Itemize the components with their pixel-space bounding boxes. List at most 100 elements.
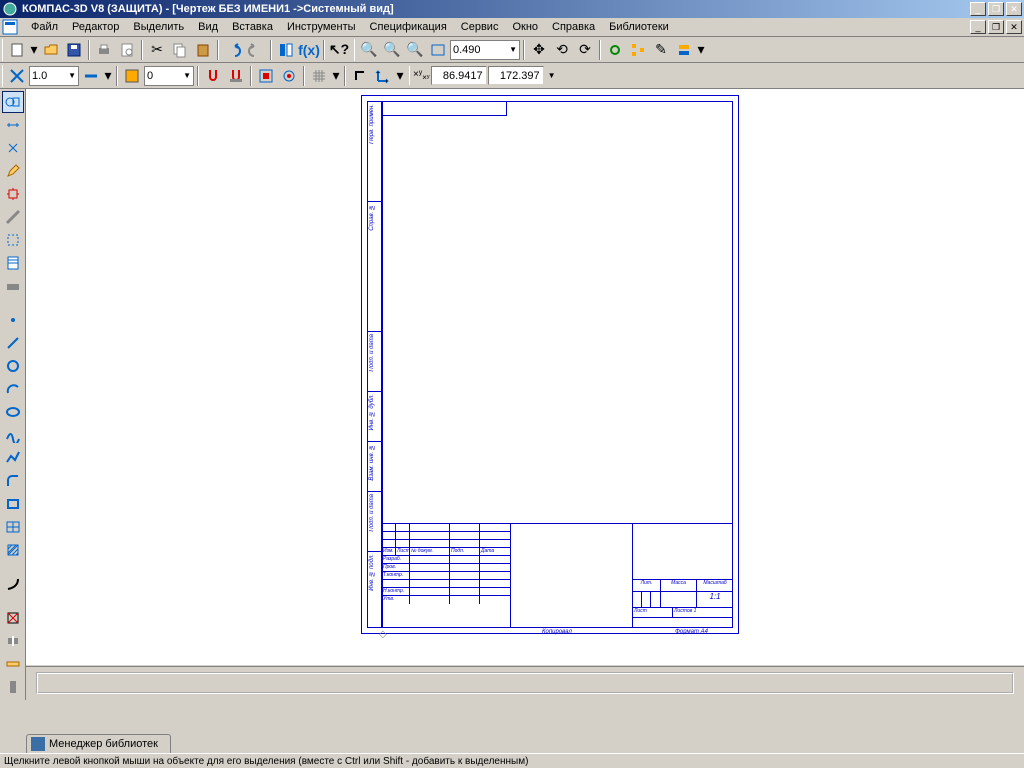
drawing-canvas[interactable]: Перв. примен. Справ. № Подп. и дата Инв.… bbox=[26, 89, 1024, 665]
bolt-tool[interactable] bbox=[2, 676, 24, 698]
window-title: КОМПАС-3D V8 (ЗАЩИТА) - [Чертеж БЕЗ ИМЕН… bbox=[22, 3, 970, 15]
geometry-panel-button[interactable] bbox=[2, 91, 24, 113]
left-tool-panel bbox=[0, 89, 26, 700]
menu-insert[interactable]: Вставка bbox=[225, 19, 280, 35]
scale-dropdown[interactable]: 1.0▼ bbox=[29, 66, 79, 86]
grid-snap-button[interactable] bbox=[225, 65, 247, 87]
aux-button[interactable] bbox=[6, 65, 28, 87]
mdi-minimize-button[interactable]: _ bbox=[970, 20, 986, 34]
maximize-button[interactable]: ❐ bbox=[988, 2, 1004, 16]
hatch-tool[interactable] bbox=[2, 539, 24, 561]
paste-button[interactable] bbox=[192, 39, 214, 61]
linestyle-button[interactable] bbox=[80, 65, 102, 87]
grid-dropdown[interactable]: ▾ bbox=[331, 65, 341, 87]
toolbar-standard: ▾ ✂ f(x) ↖? 🔍 🔍 🔍 0.490▼ ✥ ⟲ ⟳ ✎ ▾ bbox=[0, 37, 1024, 63]
coord-dropdown[interactable]: ▼ bbox=[548, 71, 556, 80]
layers-dropdown[interactable]: ▾ bbox=[696, 39, 706, 61]
preview-button[interactable] bbox=[116, 39, 138, 61]
library-manager-tab[interactable]: Менеджер библиотек bbox=[26, 734, 171, 753]
menu-tools[interactable]: Инструменты bbox=[280, 19, 363, 35]
zoom-out-button[interactable]: 🔍 bbox=[381, 39, 403, 61]
circle-tool[interactable] bbox=[2, 355, 24, 377]
param-button[interactable] bbox=[255, 65, 277, 87]
menu-spec[interactable]: Спецификация bbox=[363, 19, 454, 35]
break-tool[interactable] bbox=[2, 630, 24, 652]
delete-tool[interactable] bbox=[2, 607, 24, 629]
coord-x-input[interactable] bbox=[431, 66, 487, 85]
table-tool[interactable] bbox=[2, 516, 24, 538]
menu-file[interactable]: Файл bbox=[24, 19, 65, 35]
zoom-prev-button[interactable]: ⟲ bbox=[551, 39, 573, 61]
help-pointer-button[interactable]: ↖? bbox=[328, 39, 350, 61]
curve-tool[interactable] bbox=[2, 573, 24, 595]
mdi-restore-button[interactable]: ❐ bbox=[988, 20, 1004, 34]
round-button[interactable] bbox=[278, 65, 300, 87]
ellipse-tool[interactable] bbox=[2, 401, 24, 423]
menu-select[interactable]: Выделить bbox=[126, 19, 191, 35]
save-button[interactable] bbox=[63, 39, 85, 61]
line-tool[interactable] bbox=[2, 332, 24, 354]
mdi-close-button[interactable]: ✕ bbox=[1006, 20, 1022, 34]
zoom-fit-button[interactable] bbox=[427, 39, 449, 61]
print-button[interactable] bbox=[93, 39, 115, 61]
ortho-button[interactable] bbox=[349, 65, 371, 87]
local-cs-button[interactable] bbox=[372, 65, 394, 87]
properties-inner bbox=[36, 672, 1014, 694]
arc-tool[interactable] bbox=[2, 378, 24, 400]
snap-button[interactable] bbox=[202, 65, 224, 87]
layers-button[interactable] bbox=[673, 39, 695, 61]
undo-button[interactable] bbox=[222, 39, 244, 61]
param-panel-button[interactable] bbox=[2, 183, 24, 205]
measure-panel-button[interactable] bbox=[2, 206, 24, 228]
menu-service[interactable]: Сервис bbox=[454, 19, 506, 35]
point-tool[interactable] bbox=[2, 309, 24, 331]
status-bar: Щелкните левой кнопкой мыши на объекте д… bbox=[0, 753, 1024, 768]
dimensions-panel-button[interactable] bbox=[2, 114, 24, 136]
edit-draw-button[interactable]: ✎ bbox=[650, 39, 672, 61]
ruler-tool[interactable] bbox=[2, 653, 24, 675]
spec-panel-button[interactable] bbox=[2, 252, 24, 274]
new-button[interactable] bbox=[6, 39, 28, 61]
assoc-panel-button[interactable] bbox=[2, 275, 24, 297]
layer-dropdown[interactable]: 0▼ bbox=[144, 66, 194, 86]
close-button[interactable]: ✕ bbox=[1006, 2, 1022, 16]
coord-y-input[interactable] bbox=[488, 66, 544, 85]
menu-window[interactable]: Окно bbox=[505, 19, 545, 35]
local-cs-dropdown[interactable]: ▾ bbox=[395, 65, 405, 87]
layer-color-button[interactable] bbox=[121, 65, 143, 87]
redo-button[interactable] bbox=[245, 39, 267, 61]
select-panel-button[interactable] bbox=[2, 229, 24, 251]
mdi-icon bbox=[2, 19, 18, 35]
title-block: Изм.Лист№ докум.Подп.Дата Разраб. Пров. … bbox=[382, 523, 733, 628]
menu-edit[interactable]: Редактор bbox=[65, 19, 126, 35]
spline-tool[interactable] bbox=[2, 424, 24, 446]
properties-button[interactable] bbox=[275, 39, 297, 61]
grid-button[interactable] bbox=[308, 65, 330, 87]
zoom-next-button[interactable]: ⟳ bbox=[574, 39, 596, 61]
polyline-tool[interactable] bbox=[2, 447, 24, 469]
copy-label: Копировал bbox=[542, 629, 572, 635]
minimize-button[interactable]: _ bbox=[970, 2, 986, 16]
zoom-window-button[interactable]: 🔍 bbox=[404, 39, 426, 61]
edit-panel-button[interactable] bbox=[2, 160, 24, 182]
menu-help[interactable]: Справка bbox=[545, 19, 602, 35]
copy-button[interactable] bbox=[169, 39, 191, 61]
menu-libraries[interactable]: Библиотеки bbox=[602, 19, 676, 35]
refresh-button[interactable] bbox=[604, 39, 626, 61]
rect-tool[interactable] bbox=[2, 493, 24, 515]
pan-button[interactable]: ✥ bbox=[528, 39, 550, 61]
linestyle-dropdown[interactable]: ▾ bbox=[103, 65, 113, 87]
coord-label: ×ʸ×ʸ bbox=[413, 69, 430, 82]
tree-button[interactable] bbox=[627, 39, 649, 61]
open-button[interactable] bbox=[40, 39, 62, 61]
status-text: Щелкните левой кнопкой мыши на объекте д… bbox=[4, 756, 528, 767]
variables-button[interactable]: f(x) bbox=[298, 39, 320, 61]
menu-view[interactable]: Вид bbox=[191, 19, 225, 35]
cut-button[interactable]: ✂ bbox=[146, 39, 168, 61]
drawing-sheet: Перв. примен. Справ. № Подп. и дата Инв.… bbox=[361, 95, 739, 634]
symbols-panel-button[interactable] bbox=[2, 137, 24, 159]
zoom-in-button[interactable]: 🔍 bbox=[358, 39, 380, 61]
zoom-scale-dropdown[interactable]: 0.490▼ bbox=[450, 40, 520, 60]
fillet-tool[interactable] bbox=[2, 470, 24, 492]
new-dropdown[interactable]: ▾ bbox=[29, 39, 39, 61]
